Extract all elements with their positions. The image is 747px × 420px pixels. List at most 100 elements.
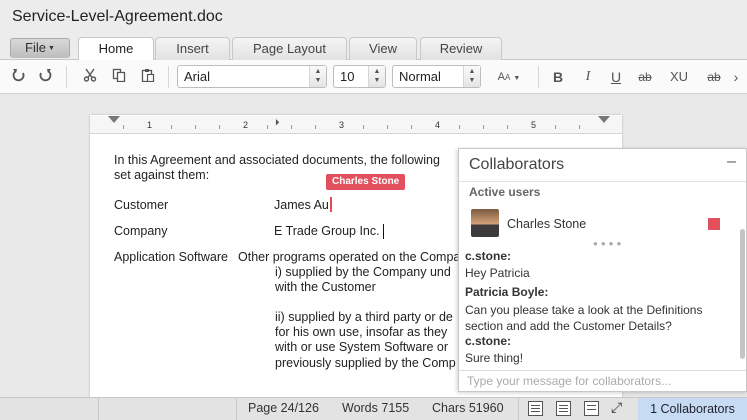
- tab-page-layout-label: Page Layout: [252, 41, 326, 56]
- arrow-down-icon: ▼: [468, 77, 476, 84]
- app-software-label: Application Software: [114, 250, 228, 264]
- collaborators-toggle-button[interactable]: 1 Collaborators: [638, 398, 747, 420]
- ruler-number: 4: [435, 120, 441, 130]
- web-layout-icon[interactable]: [556, 401, 571, 416]
- collaborators-title: Collaborators: [469, 156, 565, 173]
- status-divider: [518, 398, 519, 420]
- status-divider: [236, 398, 237, 420]
- clipboard-icon: [141, 69, 155, 83]
- tab-home[interactable]: Home: [78, 37, 154, 61]
- paragraph-style-value: Normal: [399, 69, 441, 84]
- draft-view-icon[interactable]: [584, 401, 599, 416]
- ruler-tick: [387, 125, 388, 129]
- clear-format-button[interactable]: ab: [703, 67, 725, 87]
- font-size-spinner[interactable]: ▲ ▼: [368, 66, 385, 87]
- status-bar: Page 24/126 Words 7155 Chars 51960 ⤢ 1 C…: [0, 397, 747, 420]
- arrow-up-icon: ▲: [468, 68, 476, 75]
- toolbar-divider: [538, 66, 539, 88]
- message-text: Sure thing!: [465, 351, 524, 365]
- font-family-select[interactable]: Arial ▲ ▼: [177, 65, 327, 88]
- ruler-tick: [315, 125, 316, 129]
- panel-divider: [459, 181, 746, 182]
- ruler-tick: [195, 125, 196, 129]
- ruler-tick: [171, 125, 172, 129]
- toolbar-divider: [168, 66, 169, 88]
- tab-view[interactable]: View: [349, 37, 417, 60]
- resize-grip-icon[interactable]: ●●●●: [593, 239, 624, 248]
- tab-page-layout[interactable]: Page Layout: [232, 37, 347, 60]
- undo-button[interactable]: [8, 67, 30, 87]
- ruler-tick: [219, 125, 220, 129]
- tab-insert-label: Insert: [176, 41, 209, 56]
- page-count: Page 24/126: [248, 401, 319, 415]
- italic-icon: I: [585, 69, 591, 84]
- fullscreen-icon[interactable]: ⤢: [611, 399, 622, 416]
- message-author: c.stone:: [465, 249, 512, 263]
- ruler-tick: [555, 125, 556, 129]
- left-indent-marker[interactable]: [108, 116, 120, 123]
- document-title: Service-Level-Agreement.doc: [12, 8, 223, 25]
- chat-message-input[interactable]: [459, 371, 739, 391]
- bold-button[interactable]: B: [547, 67, 569, 87]
- chat-scrollbar[interactable]: [740, 229, 745, 359]
- remote-cursor: [330, 197, 332, 212]
- paragraph-style-select[interactable]: Normal ▲ ▼: [392, 65, 481, 88]
- active-user-name[interactable]: Charles Stone: [507, 217, 586, 231]
- ruler-tick: [459, 125, 460, 129]
- app-software-line: with the Customer: [275, 280, 376, 294]
- tab-review-label: Review: [439, 41, 483, 56]
- italic-button[interactable]: I: [577, 67, 599, 87]
- right-indent-marker[interactable]: [598, 116, 610, 123]
- cut-button[interactable]: [79, 67, 101, 87]
- status-divider: [98, 398, 99, 420]
- ruler-number: 2: [243, 120, 249, 130]
- tab-review[interactable]: Review: [420, 37, 502, 60]
- ruler-tick: [291, 125, 292, 129]
- collaborators-panel: Collaborators – Active users Charles Sto…: [458, 148, 747, 392]
- user-color-swatch: [708, 218, 720, 230]
- scissors-icon: [83, 68, 97, 82]
- app-software-line: ii) supplied by a third party or de: [275, 310, 453, 324]
- ruler-tick: [123, 125, 124, 129]
- char-count: Chars 51960: [432, 401, 504, 415]
- ruler-tick: [411, 125, 412, 129]
- text-cursor: [383, 224, 384, 239]
- strikethrough-icon: ab: [638, 70, 652, 84]
- intro-line-2: set against them:: [114, 168, 210, 182]
- bold-icon: B: [552, 69, 564, 85]
- subscript-button[interactable]: XU: [666, 67, 692, 87]
- redo-button[interactable]: [34, 67, 56, 87]
- text-effects-icon: AA ▼: [497, 71, 521, 83]
- font-size-select[interactable]: 10 ▲ ▼: [333, 65, 386, 88]
- customer-label: Customer: [114, 198, 169, 212]
- font-size-value: 10: [340, 69, 355, 84]
- underline-button[interactable]: U: [605, 67, 627, 87]
- customer-value: James Au: [274, 198, 329, 212]
- app-software-line: for his own use, insofar as they: [275, 325, 448, 339]
- company-label: Company: [114, 224, 168, 238]
- minimize-button[interactable]: –: [727, 153, 736, 171]
- app-software-line: i) supplied by the Company und: [275, 265, 451, 279]
- arrow-down-icon: ▼: [314, 77, 322, 84]
- tab-view-label: View: [369, 41, 397, 56]
- tab-insert[interactable]: Insert: [155, 37, 230, 60]
- more-tools-button[interactable]: ›: [729, 67, 743, 87]
- remote-cursor-label: Charles Stone: [326, 174, 406, 190]
- message-author: Patricia Boyle:: [465, 285, 549, 299]
- message-text: Hey Patricia: [465, 266, 530, 280]
- print-layout-icon[interactable]: [528, 401, 543, 416]
- copy-button[interactable]: [108, 67, 130, 87]
- ruler-number: 3: [339, 120, 345, 130]
- tab-stop-marker[interactable]: ⏵: [275, 117, 280, 128]
- ruler-tick: [507, 125, 508, 129]
- strikethrough-button[interactable]: ab: [634, 67, 656, 87]
- ruler-number: 1: [147, 120, 153, 130]
- paragraph-style-spinner[interactable]: ▲ ▼: [463, 66, 480, 87]
- paste-button[interactable]: [137, 67, 159, 87]
- file-menu-button[interactable]: File ▼: [10, 38, 70, 58]
- word-count: Words 7155: [342, 401, 410, 415]
- toolbar-divider: [66, 66, 67, 88]
- font-family-spinner[interactable]: ▲ ▼: [309, 66, 326, 87]
- company-value: E Trade Group Inc.: [274, 224, 380, 238]
- text-effects-button[interactable]: AA ▼: [494, 67, 524, 87]
